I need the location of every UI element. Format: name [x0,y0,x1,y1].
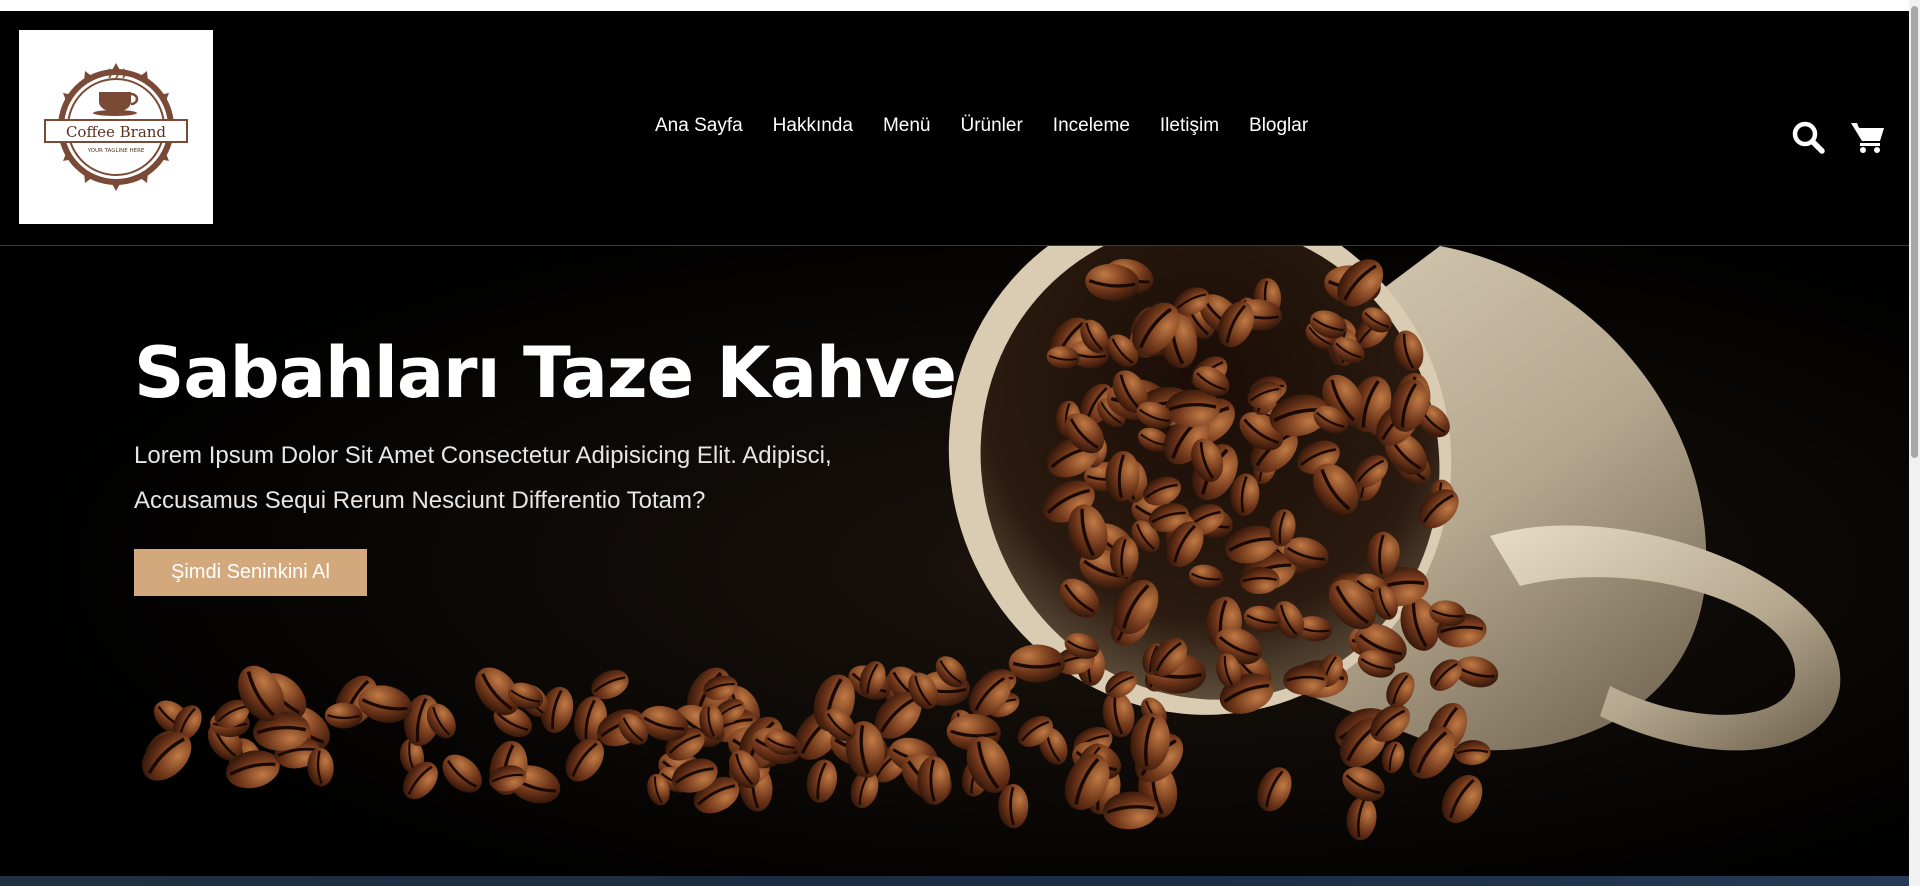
hero-description: Lorem Ipsum Dolor Sit Amet Consectetur A… [134,442,832,514]
get-yours-button[interactable]: Şimdi Seninkini Al [134,549,367,596]
nav-item-inceleme[interactable]: Inceleme [1038,114,1145,138]
search-icon[interactable] [1790,119,1826,155]
hero-content: Sabahları Taze Kahve Lorem Ipsum Dolor S… [134,331,957,596]
logo[interactable]: Coffee Brand YOUR TAGLINE HERE [19,30,213,224]
logo-brand-text: Coffee Brand [66,123,166,141]
nav-item-hakkinda[interactable]: Hakkında [758,114,868,138]
cart-icon[interactable] [1850,119,1886,155]
scrollbar-thumb[interactable] [1911,6,1918,458]
header-actions [1790,119,1886,155]
hero-title: Sabahları Taze Kahve [134,332,957,414]
hero-section: Sabahları Taze Kahve Lorem Ipsum Dolor S… [0,246,1909,886]
coffee-brand-logo-icon: Coffee Brand YOUR TAGLINE HERE [44,63,188,191]
site-header: Coffee Brand YOUR TAGLINE HERE Ana Sayfa… [0,11,1909,246]
main-nav: Ana Sayfa Hakkında Menü Ürünler Inceleme… [640,114,1323,138]
browser-top-strip [0,0,1920,11]
next-section-edge [0,876,1909,886]
nav-item-ana-sayfa[interactable]: Ana Sayfa [640,114,758,138]
logo-tagline-text: YOUR TAGLINE HERE [87,148,145,154]
nav-item-bloglar[interactable]: Bloglar [1234,114,1323,138]
nav-item-menu[interactable]: Menü [868,114,946,138]
nav-item-iletisim[interactable]: Iletişim [1145,114,1234,138]
page: Coffee Brand YOUR TAGLINE HERE Ana Sayfa… [0,11,1909,886]
nav-item-urunler[interactable]: Ürünler [945,114,1037,138]
scrollbar[interactable] [1909,0,1920,886]
